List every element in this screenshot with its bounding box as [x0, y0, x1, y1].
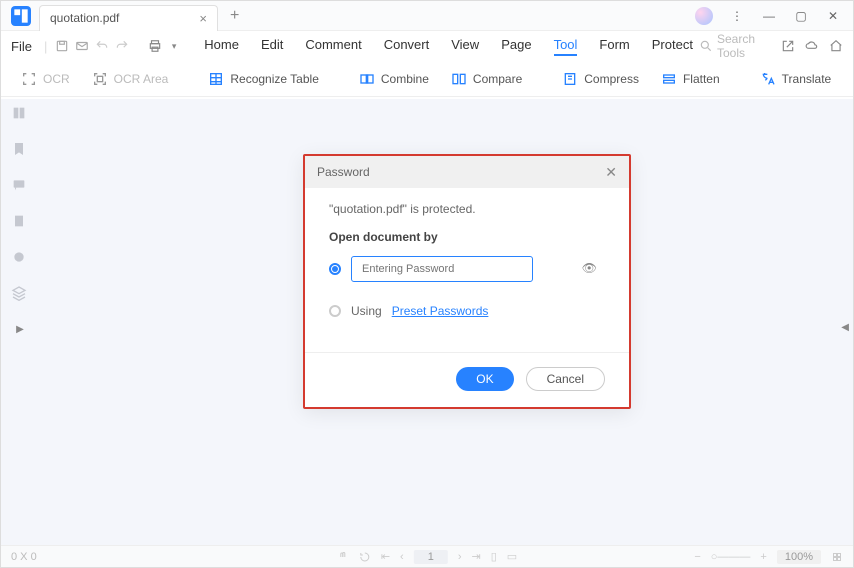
status-bar: 0 X 0 ⇤ ‹ 1 › ⇥ ▯ ▭ − ○——— + 100%	[1, 545, 853, 567]
dialog-message: "quotation.pdf" is protected.	[329, 202, 605, 216]
user-avatar-icon[interactable]	[695, 7, 713, 25]
fit-page-icon[interactable]	[831, 551, 843, 563]
left-sidebar: ▶	[1, 99, 39, 545]
zoom-slider-icon[interactable]: ○———	[711, 551, 751, 563]
entering-password-radio[interactable]	[329, 263, 341, 275]
ocr-button[interactable]: OCR	[13, 67, 78, 91]
dialog-header: Password ✕	[305, 156, 629, 188]
next-page-icon[interactable]: ›	[458, 551, 462, 563]
mail-icon[interactable]	[75, 37, 89, 55]
bookmark-icon[interactable]	[11, 141, 29, 159]
add-tab-button[interactable]: +	[230, 7, 239, 25]
search-tools[interactable]: Search Tools	[699, 32, 771, 60]
preset-passwords-radio[interactable]	[329, 305, 341, 317]
show-password-icon[interactable]: 👁	[582, 261, 597, 275]
continuous-page-icon[interactable]: ▭	[507, 550, 517, 563]
document-canvas: Password ✕ "quotation.pdf" is protected.…	[39, 99, 853, 545]
recognize-table-label: Recognize Table	[230, 72, 319, 86]
compare-label: Compare	[473, 72, 522, 86]
zoom-in-icon[interactable]: +	[760, 551, 766, 563]
flatten-label: Flatten	[683, 72, 720, 86]
password-input[interactable]	[351, 256, 533, 282]
recognize-table-button[interactable]: Recognize Table	[200, 67, 327, 91]
preset-passwords-link[interactable]: Preset Passwords	[392, 304, 489, 318]
minimize-window-button[interactable]: —	[755, 3, 783, 29]
using-label: Using	[351, 304, 382, 318]
cancel-button[interactable]: Cancel	[526, 367, 605, 391]
home-icon[interactable]	[829, 37, 843, 55]
title-bar: quotation.pdf × + ⋮ — ▢ ✕	[1, 1, 853, 31]
translate-button[interactable]: Translate	[752, 67, 840, 91]
share-icon[interactable]	[781, 37, 795, 55]
capture-button[interactable]: Capture	[845, 67, 854, 91]
kebab-menu-icon[interactable]: ⋮	[723, 3, 751, 29]
dropdown-arrow-icon[interactable]: ▾	[168, 37, 180, 55]
prev-page-icon[interactable]: ‹	[400, 551, 404, 563]
workspace: ▶ Password ✕ "quotation.pdf" is protecte…	[1, 99, 853, 545]
menu-page[interactable]: Page	[501, 37, 531, 56]
menu-convert[interactable]: Convert	[384, 37, 430, 56]
toolbar: OCR OCR Area Recognize Table Combine Com…	[1, 61, 853, 97]
compress-button[interactable]: Compress	[554, 67, 647, 91]
menu-bar: File | ▾ HomeEditCommentConvertViewPageT…	[1, 31, 853, 61]
print-icon[interactable]	[148, 37, 162, 55]
close-window-button[interactable]: ✕	[819, 3, 847, 29]
tab-title: quotation.pdf	[50, 11, 119, 25]
ocr-area-label: OCR Area	[114, 72, 169, 86]
maximize-window-button[interactable]: ▢	[787, 3, 815, 29]
zoom-level[interactable]: 100%	[777, 550, 821, 564]
menu-comment[interactable]: Comment	[305, 37, 361, 56]
page-number[interactable]: 1	[414, 550, 448, 564]
compress-label: Compress	[584, 72, 639, 86]
last-page-icon[interactable]: ⇥	[472, 550, 481, 563]
zoom-out-icon[interactable]: −	[694, 551, 700, 563]
menu-tool[interactable]: Tool	[554, 37, 578, 56]
thumbnails-icon[interactable]	[11, 105, 29, 123]
menu-protect[interactable]: Protect	[652, 37, 693, 56]
file-menu[interactable]: File	[11, 39, 32, 54]
rotate-icon[interactable]	[359, 551, 371, 563]
hand-tool-icon[interactable]	[337, 551, 349, 563]
combine-button[interactable]: Combine	[351, 67, 437, 91]
ocr-area-button[interactable]: OCR Area	[84, 67, 177, 91]
single-page-icon[interactable]: ▯	[491, 550, 497, 563]
search-icon	[699, 37, 713, 55]
ok-button[interactable]: OK	[456, 367, 513, 391]
save-icon[interactable]	[55, 37, 69, 55]
combine-label: Combine	[381, 72, 429, 86]
layers-icon[interactable]	[11, 285, 29, 303]
undo-icon[interactable]	[95, 37, 109, 55]
open-document-label: Open document by	[329, 230, 605, 244]
field-icon[interactable]	[11, 249, 29, 267]
flatten-button[interactable]: Flatten	[653, 67, 728, 91]
cloud-icon[interactable]	[805, 37, 819, 55]
redo-icon[interactable]	[115, 37, 129, 55]
search-placeholder: Search Tools	[717, 32, 771, 60]
close-tab-icon[interactable]: ×	[199, 11, 207, 26]
translate-label: Translate	[782, 72, 832, 86]
menu-home[interactable]: Home	[204, 37, 239, 56]
dialog-close-icon[interactable]: ✕	[605, 164, 617, 181]
menu-edit[interactable]: Edit	[261, 37, 283, 56]
app-logo-icon	[11, 6, 31, 26]
attachment-icon[interactable]	[11, 213, 29, 231]
expand-left-icon[interactable]: ▶	[16, 324, 24, 335]
compare-button[interactable]: Compare	[443, 67, 530, 91]
dialog-title: Password	[317, 165, 370, 179]
menu-view[interactable]: View	[451, 37, 479, 56]
cursor-coords: 0 X 0	[11, 551, 37, 563]
comment-icon[interactable]	[11, 177, 29, 195]
main-menu: Home Edit Comment Convert View Page Tool Form Pr…	[204, 37, 693, 56]
password-dialog: Password ✕ "quotation.pdf" is protected.…	[303, 154, 631, 409]
expand-right-icon[interactable]: ◀	[841, 322, 849, 333]
ocr-label: OCR	[43, 72, 70, 86]
document-tab[interactable]: quotation.pdf ×	[39, 5, 218, 31]
first-page-icon[interactable]: ⇤	[381, 550, 390, 563]
menu-form[interactable]: Form	[599, 37, 629, 56]
